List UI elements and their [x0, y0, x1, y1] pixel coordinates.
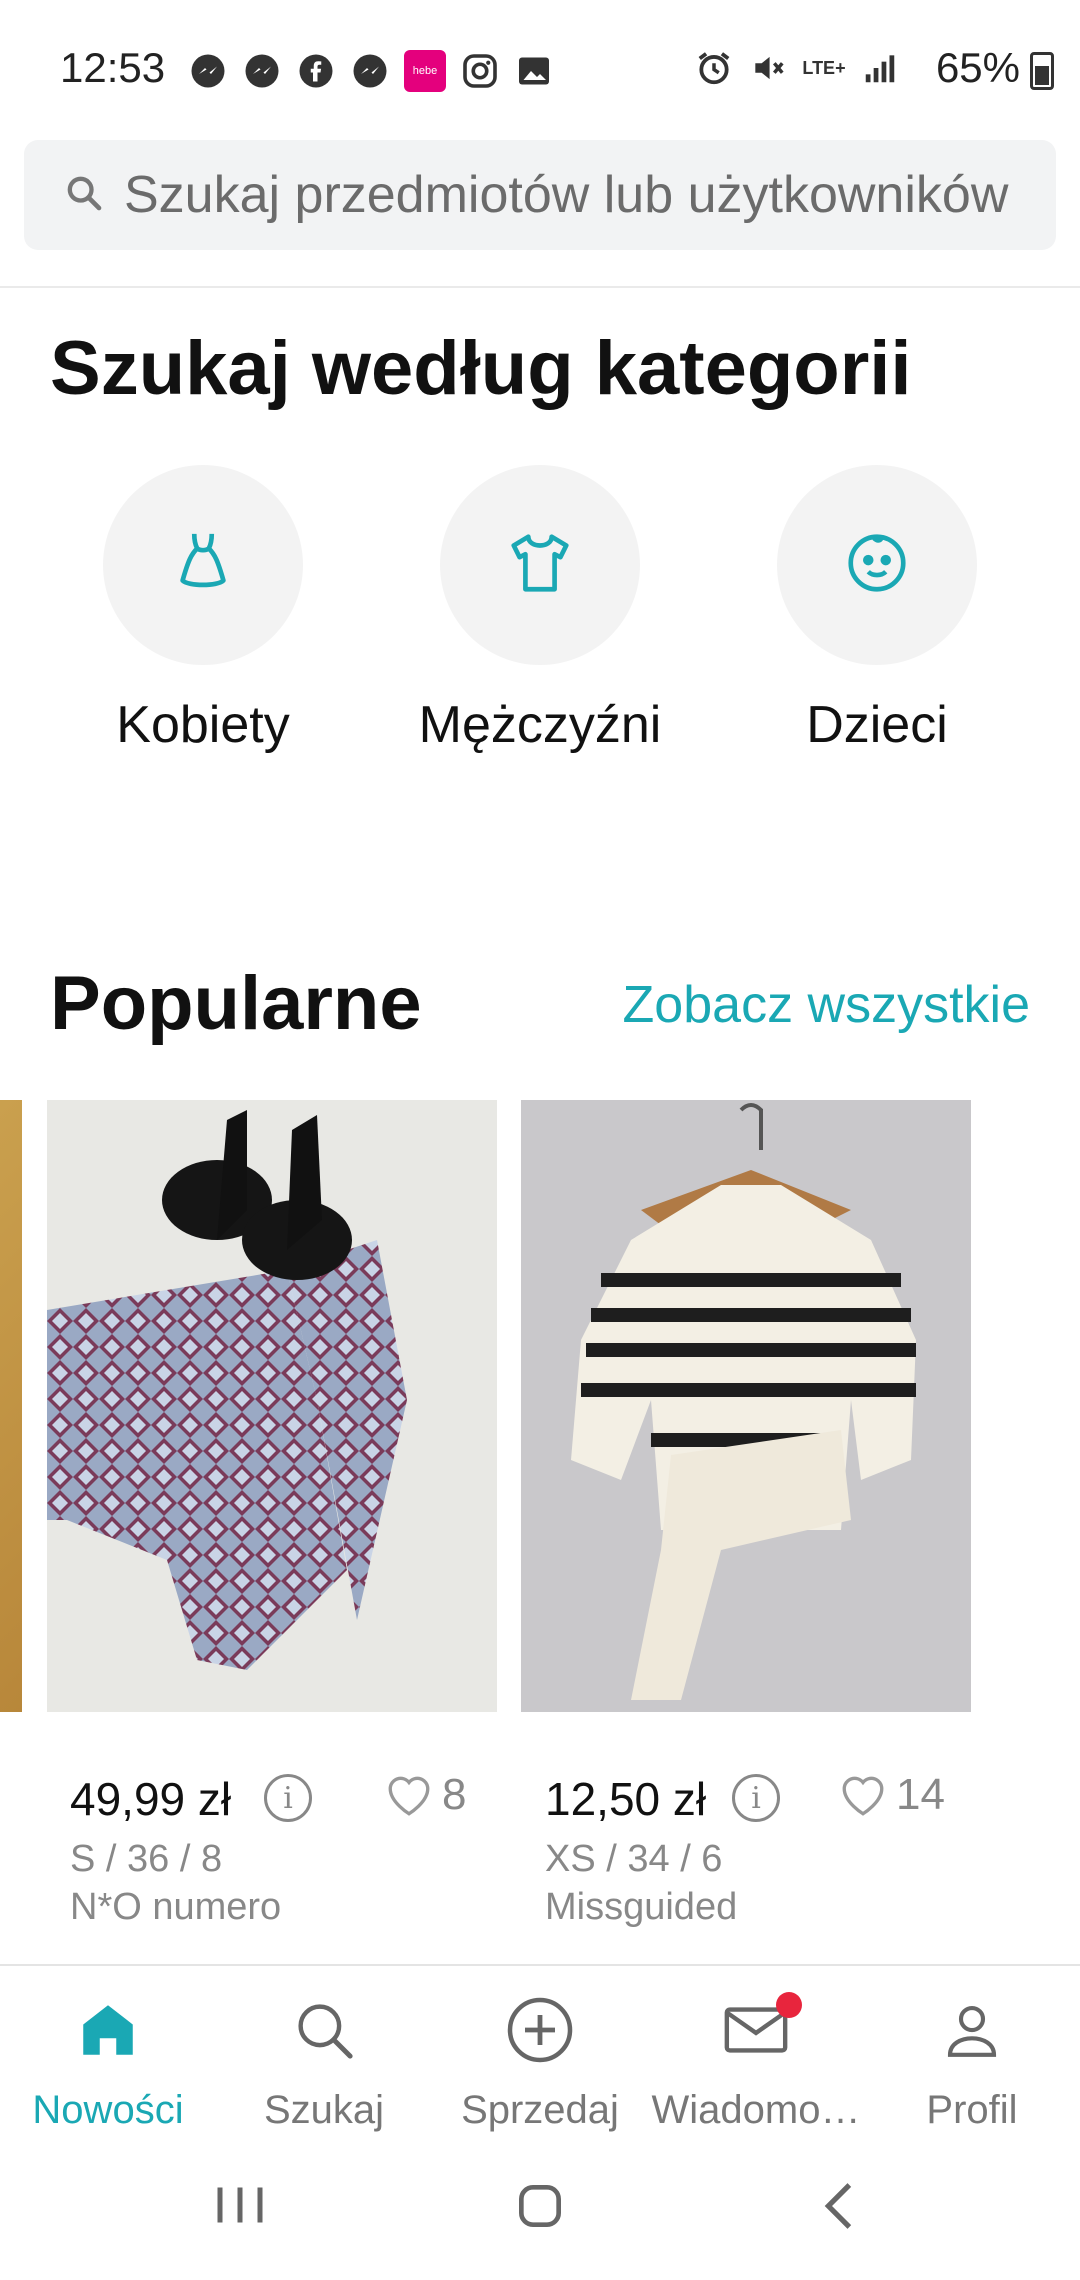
system-status-icons: LTE+ [694, 48, 900, 88]
item-image[interactable] [47, 1100, 497, 1712]
battery-icon [1030, 52, 1054, 90]
back-button[interactable] [815, 2178, 865, 2239]
system-nav-bar [0, 2170, 1080, 2250]
status-bar: 12:53 hebe LTE+ 65% [0, 0, 1080, 140]
nav-item-news[interactable]: Nowości [0, 1990, 216, 2133]
info-icon[interactable]: i [732, 1774, 780, 1822]
item-price: 12,50 zł [545, 1773, 707, 1825]
search-bar[interactable] [24, 140, 1056, 250]
instagram-icon [460, 51, 500, 91]
lte-icon: LTE+ [802, 57, 846, 78]
mail-icon [648, 1990, 864, 2070]
category-women[interactable]: Kobiety [38, 465, 368, 755]
header-divider [0, 286, 1080, 288]
nav-label: Profil [926, 2088, 1018, 2132]
mute-icon [748, 48, 788, 88]
baby-face-icon [842, 528, 912, 603]
tshirt-icon [505, 528, 575, 603]
category-kids-label: Dzieci [806, 696, 948, 754]
favorite-button[interactable]: 8 [384, 1770, 466, 1820]
facebook-icon [296, 51, 336, 91]
messenger-icon [350, 51, 390, 91]
messenger-icon [242, 51, 282, 91]
see-all-link[interactable]: Zobacz wszystkie [623, 975, 1030, 1035]
hebe-app-icon: hebe [404, 50, 446, 92]
category-men[interactable]: Mężczyźni [375, 465, 705, 755]
item-brand: Missguided [545, 1886, 738, 1928]
signal-icon [860, 48, 900, 88]
category-kids-circle[interactable] [777, 465, 977, 665]
nav-label: Szukaj [263, 2088, 385, 2132]
bottom-nav-divider [0, 1964, 1080, 1966]
search-icon [64, 173, 104, 218]
category-men-label: Mężczyźni [418, 696, 662, 754]
search-icon [216, 1990, 432, 2070]
dress-icon [168, 528, 238, 603]
notification-icons: hebe [188, 50, 554, 92]
search-input[interactable] [124, 165, 1054, 225]
plus-circle-icon [432, 1990, 648, 2070]
nav-label: Sprzedaj [461, 2088, 619, 2132]
favorite-count: 14 [896, 1770, 945, 1819]
nav-label: Nowości [32, 2088, 184, 2132]
status-time: 12:53 [60, 44, 166, 91]
popular-title: Popularne [50, 961, 422, 1046]
item-size: XS / 34 / 6 [545, 1838, 723, 1880]
favorite-button[interactable]: 14 [838, 1770, 945, 1820]
item-image-partial[interactable] [0, 1100, 22, 1712]
alarm-icon [694, 48, 734, 88]
category-women-label: Kobiety [116, 696, 290, 754]
categories-title: Szukaj według kategorii [50, 326, 912, 411]
favorite-count: 8 [442, 1770, 467, 1819]
nav-item-messages[interactable]: Wiadomo… [648, 1990, 864, 2133]
category-men-circle[interactable] [440, 465, 640, 665]
category-kids[interactable]: Dzieci [712, 465, 1042, 755]
recent-apps-button[interactable] [210, 2180, 270, 2235]
info-icon[interactable]: i [264, 1774, 312, 1822]
heart-icon [842, 1776, 884, 1816]
item-brand: N*O numero [70, 1886, 282, 1928]
nav-item-search[interactable]: Szukaj [216, 1990, 432, 2133]
nav-label: Wiadomo… [651, 2088, 861, 2132]
messenger-icon [188, 51, 228, 91]
category-women-circle[interactable] [103, 465, 303, 665]
item-size: S / 36 / 8 [70, 1838, 223, 1880]
gallery-icon [514, 51, 554, 91]
profile-icon [864, 1990, 1080, 2070]
heart-icon [388, 1776, 430, 1816]
battery-percent: 65% [935, 44, 1020, 91]
notification-dot [776, 1992, 802, 2018]
item-price: 49,99 zł [70, 1773, 232, 1825]
item-image[interactable] [521, 1100, 971, 1712]
home-button[interactable] [510, 2178, 570, 2239]
nav-item-sell[interactable]: Sprzedaj [432, 1990, 648, 2133]
home-icon [0, 1990, 216, 2070]
nav-item-profile[interactable]: Profil [864, 1990, 1080, 2133]
